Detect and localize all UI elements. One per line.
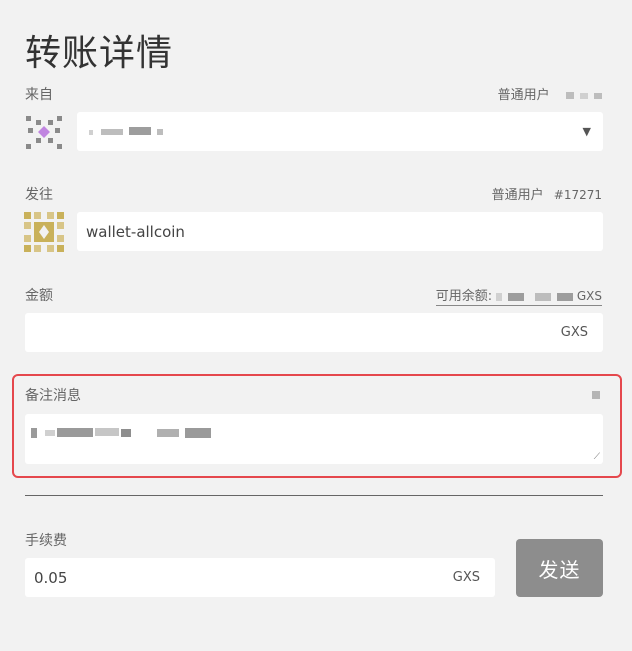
to-account-info: 普通用户 #17271 [492, 184, 602, 203]
send-button[interactable]: 发送 [516, 539, 603, 597]
amount-input[interactable]: GXS [25, 313, 603, 352]
balance-redacted [496, 292, 503, 301]
from-account-type: 普通用户 [498, 84, 602, 103]
amount-label: 金额 [25, 288, 53, 304]
from-account-id-redacted [565, 92, 574, 99]
redacted-block [594, 92, 602, 99]
from-account-type-text: 普通用户 [497, 88, 550, 103]
redacted-block [57, 428, 93, 437]
to-account-type: 普通用户 [491, 188, 544, 203]
redacted-block [121, 429, 131, 437]
resize-handle-icon[interactable]: ⟋ [594, 452, 600, 462]
redacted-block [157, 429, 179, 437]
redacted-block [579, 92, 588, 99]
available-balance[interactable]: 可用余额: GXS [435, 285, 602, 306]
to-account-id: #17271 [553, 188, 602, 202]
redacted-block [534, 292, 551, 301]
memo-label: 备注消息 [25, 388, 81, 404]
amount-currency: GXS [560, 325, 588, 340]
page-title: 转账详情 [25, 33, 174, 74]
redacted-block [95, 428, 119, 436]
redacted-block [157, 129, 163, 135]
memo-redacted-text [31, 428, 37, 438]
memo-textarea[interactable]: ⟋ [25, 414, 603, 464]
to-account-input[interactable]: wallet-allcoin [77, 212, 603, 251]
redacted-block [508, 292, 525, 301]
caret-down-icon[interactable]: ▼ [583, 125, 591, 138]
redacted-block [185, 428, 211, 438]
redacted-block [556, 292, 573, 301]
fee-input[interactable]: 0.05 GXS [25, 558, 495, 597]
to-account-value: wallet-allcoin [86, 223, 185, 241]
from-label: 来自 [25, 87, 53, 103]
to-label: 发往 [25, 187, 53, 203]
redacted-block [101, 129, 123, 135]
available-balance-label: 可用余额: [435, 289, 493, 304]
from-account-select[interactable]: ▼ [77, 112, 603, 151]
available-balance-currency: GXS [576, 289, 602, 303]
to-avatar-icon [24, 212, 64, 252]
from-avatar-icon [24, 112, 64, 152]
redacted-block [45, 430, 55, 436]
fee-value: 0.05 [34, 569, 68, 587]
redacted-block [129, 127, 151, 135]
from-account-redacted [89, 130, 93, 135]
fee-label: 手续费 [25, 533, 67, 549]
fee-currency: GXS [452, 570, 480, 585]
section-divider [25, 495, 603, 496]
memo-options-icon[interactable] [592, 391, 600, 399]
